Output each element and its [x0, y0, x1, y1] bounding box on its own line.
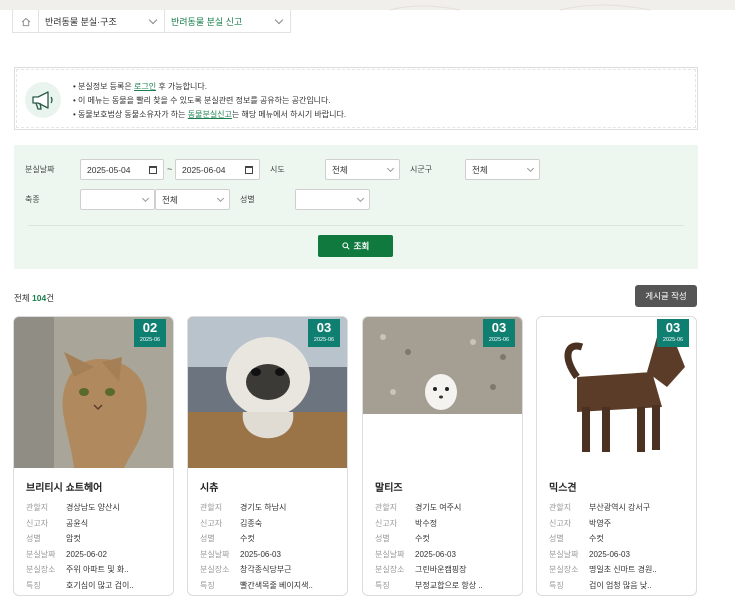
login-link[interactable]: 로그인	[134, 82, 156, 91]
breed-select[interactable]: 전체	[155, 189, 230, 210]
pet-breed: 브리티시 쇼트헤어	[26, 483, 103, 494]
write-post-button[interactable]: 게시글 작성	[635, 285, 697, 307]
breadcrumb-menu-2[interactable]: 반려동물 분실 신고	[165, 10, 291, 33]
date-label: 분실날짜	[25, 165, 55, 174]
sex-select[interactable]	[295, 189, 370, 210]
notice-text: • 분실정보 등록은 로그인 후 가능합니다. • 이 메뉴는 동물을 빨리 찾…	[73, 82, 347, 119]
chevron-down-icon	[274, 15, 284, 25]
chevron-down-icon	[356, 194, 365, 202]
sido-label: 시도	[270, 165, 285, 174]
breadcrumb: 반려동물 분실·구조 반려동물 분실 신고	[12, 10, 291, 33]
lost-pet-card[interactable]: 03 2025-06 시츄 관할지 경기도 하남시 신고자 김종숙 성별 수컷 분실날짜…	[187, 316, 348, 596]
notice-box: • 분실정보 등록은 로그인 후 가능합니다. • 이 메뉴는 동물을 빨리 찾…	[14, 67, 698, 130]
lost-pet-card[interactable]: 03 2025-06 말티즈 관할지 경기도 여주시 신고자 박수정 성별 수컷 분실날…	[362, 316, 523, 596]
date-badge: 02 2025-06	[134, 319, 166, 347]
breadcrumb-menu-1[interactable]: 반려동물 분실·구조	[39, 10, 165, 33]
sido-select[interactable]: 전체	[325, 159, 400, 180]
breadcrumb-label-1: 반려동물 분실·구조	[45, 17, 117, 27]
lost-report-link[interactable]: 동물분실신고	[188, 110, 232, 119]
date-badge: 03 2025-06	[657, 319, 689, 347]
date-from-input[interactable]: 2025-05-04	[80, 159, 164, 180]
chevron-down-icon	[386, 164, 395, 172]
filter-divider	[28, 225, 684, 226]
pet-breed: 믹스견	[549, 483, 577, 494]
sigungu-select[interactable]: 전체	[465, 159, 540, 180]
pet-breed: 시츄	[200, 483, 219, 494]
search-filter: 분실날짜 2025-05-04 ~ 2025-06-04 시도 전체 시군구 전…	[14, 145, 698, 269]
species-select[interactable]	[80, 189, 155, 210]
chevron-down-icon	[141, 194, 150, 202]
chevron-down-icon	[148, 15, 158, 25]
calendar-icon	[149, 165, 157, 174]
pet-breed: 말티즈	[375, 483, 403, 494]
date-to-input[interactable]: 2025-06-04	[175, 159, 260, 180]
sigungu-label: 시군구	[410, 165, 433, 174]
breadcrumb-label-2: 반려동물 분실 신고	[171, 17, 243, 27]
species-label: 축종	[25, 195, 40, 204]
sex-label: 성별	[240, 195, 255, 204]
home-button[interactable]	[12, 10, 39, 33]
search-icon	[342, 242, 350, 250]
date-badge: 03 2025-06	[483, 319, 515, 347]
chevron-down-icon	[216, 194, 225, 202]
total-count: 전체 104건	[14, 293, 55, 303]
home-icon	[21, 17, 30, 26]
search-button[interactable]: 조회	[318, 235, 393, 257]
lost-pet-card[interactable]: 02 2025-06 브리티시 쇼트헤어 관할지 경상남도 양산시 신고자 공윤식 성…	[13, 316, 174, 596]
lost-pet-card[interactable]: 03 2025-06 믹스견 관할지 부산광역시 강서구 신고자 박영주 성별 수컷 분…	[536, 316, 697, 596]
chevron-down-icon	[526, 164, 535, 172]
megaphone-icon	[25, 82, 61, 118]
date-badge: 03 2025-06	[308, 319, 340, 347]
calendar-icon	[245, 165, 253, 174]
